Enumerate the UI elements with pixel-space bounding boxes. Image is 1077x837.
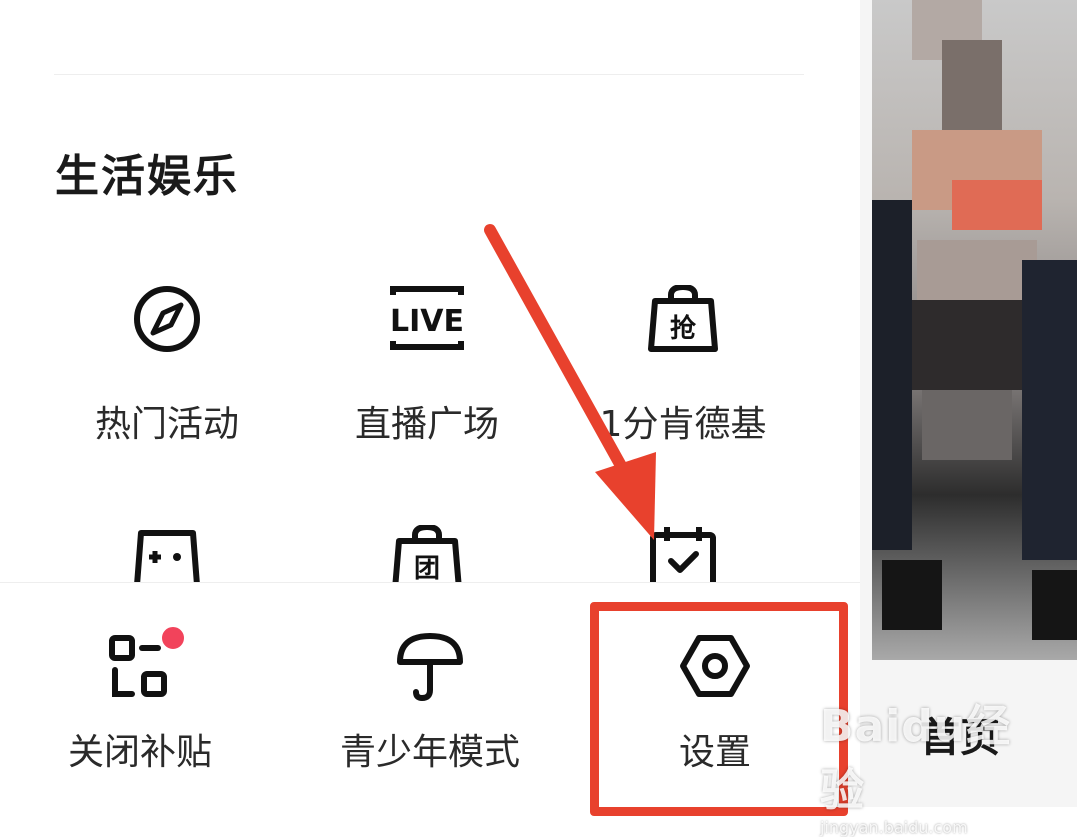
svg-text:LIVE: LIVE xyxy=(390,304,464,339)
close-subsidy-button[interactable]: 关闭补贴 xyxy=(10,583,270,808)
grid-item-hot-activity[interactable]: 热门活动 xyxy=(42,285,292,465)
section-title: 生活娱乐 xyxy=(55,151,239,202)
annotation-arrow xyxy=(484,224,656,540)
umbrella-icon xyxy=(397,633,463,702)
grid-item-label: 热门活动 xyxy=(94,404,239,445)
notification-badge xyxy=(160,625,186,651)
teen-mode-button[interactable]: 青少年模式 xyxy=(300,583,560,808)
video-thumbnail[interactable] xyxy=(872,0,1077,660)
bottom-item-label: 青少年模式 xyxy=(339,732,520,773)
live-icon: LIVE xyxy=(390,286,464,350)
watermark-main: Baidu经验 xyxy=(820,701,1012,816)
svg-text:抢: 抢 xyxy=(670,313,697,344)
settings-highlight-box xyxy=(590,602,848,816)
divider xyxy=(54,74,804,75)
compass-icon xyxy=(134,286,200,352)
svg-text:团: 团 xyxy=(414,554,440,584)
watermark-sub: jingyan.baidu.com xyxy=(820,818,968,837)
bottom-item-label: 关闭补贴 xyxy=(67,732,212,773)
baidu-watermark: Baidu经验 jingyan.baidu.com xyxy=(820,690,1040,837)
background-feed-panel: 首页 xyxy=(860,0,1077,807)
